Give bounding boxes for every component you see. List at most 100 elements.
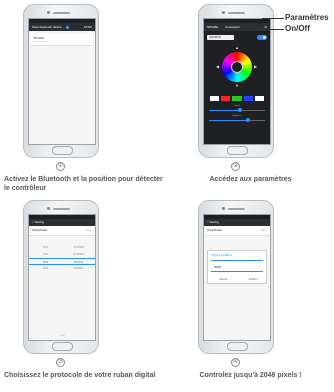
slider-fill [209,110,240,111]
stop-button[interactable]: STOP [84,23,92,31]
arrow-down-icon[interactable]: ▼ [235,84,239,88]
slider-fill [209,120,249,121]
power-center-button[interactable] [231,61,243,73]
phone-screen: < Setting Total Pixels 60 > TOTAL PIXELS… [203,214,271,341]
step-3: < Setting Total Pixels 60 > TM1 UCS1903 TM… [0,196,167,392]
protocol-label: 1903 [42,267,49,270]
phone-mockup: SP108E Connected ⚙ RAINBOW ▲ ▼ ◀ ▶ Speed [198,4,274,158]
device-address: xx:xx:xx:xx:xx:xx [33,41,48,43]
preset-colors [210,96,265,101]
color-swatch[interactable] [232,96,242,101]
color-swatch[interactable] [254,96,265,101]
step-number: ② [231,162,240,171]
color-swatch[interactable] [210,96,220,101]
color-swatch[interactable] [243,96,253,101]
step-caption: Choisissez le protocole de votre ruban d… [4,372,156,379]
app-bar: SP108E Connected ⚙ [204,23,270,31]
step-2: SP108E Connected ⚙ RAINBOW ▲ ▼ ◀ ▶ Speed [167,0,334,196]
protocol-option[interactable]: 1809 WS2811 [29,258,95,265]
brightness-label: Brightness [232,115,242,117]
device-list-item[interactable]: SP108E xx:xx:xx:xx:xx:xx [31,34,93,46]
total-pixels-row[interactable]: Total Pixels 60 > [204,226,270,236]
step-caption: Activez le Bluetooth et la position pour… [4,176,163,192]
speaker-grill [53,208,70,210]
row-value: 60 > [86,228,92,232]
protocol-label: TM2 [43,253,48,256]
speed-slider[interactable] [209,108,265,112]
step-number: ① [56,162,65,171]
row-label: Total Pixels [207,228,223,232]
speed-label: Speed [234,105,240,107]
row-value: 60 > [261,228,267,232]
protocol-label: 1809 [29,258,62,265]
app-bar-title[interactable]: < Setting [29,219,95,226]
color-wheel-control[interactable]: ▲ ▼ ◀ ▶ [216,46,258,88]
arrow-up-icon[interactable]: ▲ [235,46,239,50]
dialog-title: TOTAL PIXELS [211,253,232,257]
slider-knob[interactable] [237,108,242,112]
step-caption: Accédez aux paramètres [209,176,292,183]
phone-screen: SP108E Connected ⚙ RAINBOW ▲ ▼ ◀ ▶ Speed [203,18,271,145]
step-4: < Setting Total Pixels 60 > TOTAL PIXELS… [167,196,334,392]
phone-screen: Scan bluetooth device STOP SP108E xx:xx:… [28,18,96,145]
home-button[interactable] [227,342,248,351]
pixels-input[interactable]: 2048 [211,263,263,272]
toggle-knob [263,36,266,39]
arrow-right-icon[interactable]: ▶ [254,65,257,69]
protocol-label: UCS1903 [73,246,84,249]
color-swatch[interactable] [221,96,231,101]
callout-onoff: On/Off [285,24,310,33]
home-button[interactable] [227,146,248,155]
callout-params: Paramètres [285,13,329,22]
power-toggle[interactable] [257,35,267,40]
camera-dot [47,207,50,210]
app-bar-title: SP108E [207,25,219,29]
protocol-label: TM1 [43,246,48,249]
phone-mockup: Scan bluetooth device STOP SP108E xx:xx:… [23,4,99,158]
bluetooth-icon [65,25,69,29]
step-1: Scan bluetooth device STOP SP108E xx:xx:… [0,0,167,196]
home-button[interactable] [52,342,73,351]
step-caption: Controlez jusqu'à 2048 pixels ! [199,372,302,379]
cancel-button[interactable]: Cancel [208,278,238,281]
done-button[interactable]: DONE [29,335,95,337]
protocol-option[interactable]: TM2 UCS2903 [29,251,95,258]
protocol-label: WS2801 [73,267,84,270]
connection-status: Connected [224,25,240,29]
speaker-grill [53,12,70,14]
dialog-divider [211,260,263,261]
app-bar: Scan bluetooth device STOP [29,23,95,31]
total-pixels-row[interactable]: Total Pixels 60 > [29,226,95,236]
color-wheel[interactable] [222,52,252,82]
slider-knob[interactable] [246,118,251,122]
step-number: ④ [231,358,240,367]
phone-mockup: < Setting Total Pixels 60 > TM1 UCS1903 TM… [23,200,99,354]
protocol-picker[interactable]: TM1 UCS1903 TM2 UCS2903 1809 WS2811 1903 WS2801 [29,244,95,272]
camera-dot [47,11,50,14]
phone-screen: < Setting Total Pixels 60 > TM1 UCS1903 TM… [28,214,96,341]
camera-dot [222,207,225,210]
mode-select[interactable]: RAINBOW [207,35,234,40]
home-button[interactable] [52,146,73,155]
row-label: Total Pixels [32,228,48,232]
step-number: ③ [56,358,65,367]
app-bar-title: Scan bluetooth device [32,25,62,29]
callout-line [262,18,284,19]
confirm-button[interactable]: Confirm [238,278,268,281]
pixels-dialog: TOTAL PIXELS 2048 Cancel Confirm [207,250,267,284]
protocol-label: UCS2903 [73,253,84,256]
callout-line [262,29,284,30]
protocol-option[interactable]: 1903 WS2801 [29,265,95,272]
camera-dot [222,11,225,14]
mode-row: RAINBOW [204,34,270,43]
arrow-left-icon[interactable]: ◀ [216,65,219,69]
speaker-grill [228,208,245,210]
brightness-slider[interactable] [209,118,265,122]
protocol-label: WS2811 [62,258,95,265]
device-name: SP108E [33,36,45,40]
speaker-grill [228,12,245,14]
dialog-buttons: Cancel Confirm [208,278,268,281]
app-bar-title[interactable]: < Setting [204,219,270,226]
protocol-option[interactable]: TM1 UCS1903 [29,244,95,251]
phone-mockup: < Setting Total Pixels 60 > TOTAL PIXELS… [198,200,274,354]
